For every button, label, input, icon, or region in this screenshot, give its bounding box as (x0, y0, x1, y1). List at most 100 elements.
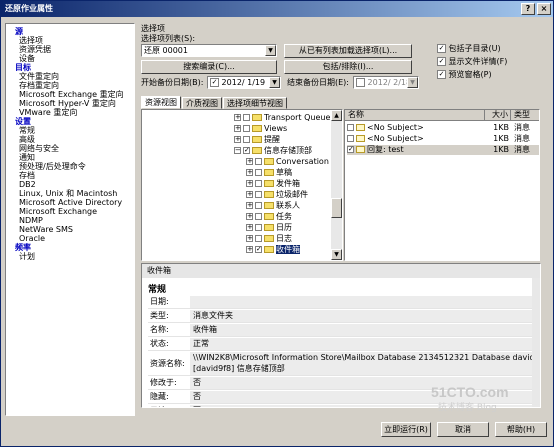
search-catalog-button[interactable]: 搜索编录(C)... (141, 60, 277, 74)
column-header-type[interactable]: 类型 (511, 110, 539, 121)
tree-scrollbar[interactable]: ▲ ▼ (331, 110, 342, 260)
sidebar-item[interactable]: Microsoft Exchange (19, 207, 134, 216)
row-checkbox[interactable] (347, 135, 354, 142)
tree-node[interactable]: + ✓ 收件箱 (246, 245, 300, 255)
tree-node[interactable]: + 垃圾邮件 (246, 190, 308, 200)
tree-node[interactable]: + 日志 (246, 234, 292, 244)
expand-icon[interactable]: + (246, 213, 253, 220)
scroll-down-icon[interactable]: ▼ (331, 249, 342, 260)
tree-checkbox[interactable] (243, 114, 250, 121)
tree-node[interactable]: + Conversation (246, 157, 329, 167)
expand-icon[interactable]: + (246, 158, 253, 165)
list-row[interactable]: <No Subject> 1KB 消息 (347, 134, 539, 144)
sidebar-item[interactable]: 存档重定向 (19, 81, 134, 90)
tree-checkbox[interactable]: ✓ (243, 147, 250, 154)
tree-checkbox[interactable] (255, 158, 262, 165)
sidebar-item[interactable]: 设备 (19, 54, 134, 63)
run-now-button[interactable]: 立即运行(R) (381, 422, 431, 437)
preview-scrollbar[interactable] (532, 278, 540, 407)
column-header-size[interactable]: 大小 (485, 110, 511, 121)
sidebar-item[interactable]: VMware 重定向 (19, 108, 134, 117)
tab-media-view[interactable]: 介质视图 (182, 97, 222, 109)
tree-checkbox[interactable] (255, 202, 262, 209)
sidebar-item[interactable]: 常规 (19, 126, 134, 135)
expand-icon[interactable]: + (234, 125, 241, 132)
column-header-name[interactable]: 名称 (345, 110, 485, 121)
sidebar-item[interactable]: 存档 (19, 171, 134, 180)
sidebar-item[interactable]: Oracle (19, 234, 134, 243)
option-subdir[interactable]: ✓ 包括子目录(U) (437, 44, 501, 54)
tree-node[interactable]: + Transport Queue (234, 113, 330, 123)
tree-node[interactable]: + 任务 (246, 212, 292, 222)
tree-node[interactable]: − ✓ 信息存储顶部 (234, 146, 312, 156)
sidebar-item[interactable]: 文件重定向 (19, 72, 134, 81)
tree-checkbox[interactable] (255, 191, 262, 198)
option-preview[interactable]: ✓ 预览窗格(P) (437, 70, 492, 80)
start-date-checkbox[interactable]: ✓ (210, 78, 219, 87)
option-details[interactable]: ✓ 显示文件详情(F) (437, 57, 507, 67)
tree-node-label: 任务 (276, 212, 292, 221)
tree-checkbox[interactable] (243, 136, 250, 143)
tree-node[interactable]: + 草稿 (246, 168, 292, 178)
tree-node[interactable]: + 发件箱 (246, 179, 300, 189)
sidebar-item[interactable]: Microsoft Hyper-V 重定向 (19, 99, 134, 108)
expand-icon[interactable]: + (234, 136, 241, 143)
list-row[interactable]: ✓ 回复: test 1KB 消息 (347, 145, 539, 155)
tree-checkbox[interactable] (255, 235, 262, 242)
tree-checkbox[interactable] (255, 180, 262, 187)
load-list-button[interactable]: 从已有列表加载选择项(L)... (284, 44, 412, 58)
tree-node[interactable]: + 日历 (246, 223, 292, 233)
row-checkbox[interactable] (347, 124, 354, 131)
tree-checkbox[interactable] (255, 213, 262, 220)
sidebar-item[interactable]: Microsoft Active Directory (19, 198, 134, 207)
chevron-down-icon[interactable]: ▼ (407, 77, 418, 88)
selection-list-combo[interactable]: 还原 00001 ▼ (141, 44, 277, 57)
tree-checkbox[interactable] (255, 169, 262, 176)
close-button[interactable]: × (537, 3, 551, 15)
start-date-picker[interactable]: ✓ 2012/ 1/19 ▼ (207, 76, 281, 89)
expand-icon[interactable]: + (246, 191, 253, 198)
tree-checkbox[interactable] (255, 224, 262, 231)
expand-icon[interactable]: + (246, 180, 253, 187)
expand-icon[interactable]: + (246, 202, 253, 209)
folder-icon (264, 169, 274, 176)
scroll-up-icon[interactable]: ▲ (331, 110, 342, 121)
sidebar-item[interactable]: Linux, Unix 和 Macintosh (19, 189, 134, 198)
tree-node[interactable]: + 提醒 (234, 135, 280, 145)
end-date-picker[interactable]: 2012/ 2/18 ▼ (353, 76, 419, 89)
sidebar-item[interactable]: 资源凭据 (19, 45, 134, 54)
start-date-label: 开始备份日期(B): (141, 78, 204, 87)
collapse-icon[interactable]: − (234, 147, 241, 154)
tree-node[interactable]: + Views (234, 124, 287, 134)
help-button[interactable]: 帮助(H) (495, 422, 547, 437)
expand-icon[interactable]: + (246, 169, 253, 176)
sidebar-item[interactable]: 计划 (19, 252, 134, 261)
sidebar-item[interactable]: Microsoft Exchange 重定向 (19, 90, 134, 99)
sidebar-item[interactable]: 选择项 (19, 36, 134, 45)
include-exclude-button[interactable]: 包括/排除(I)... (284, 60, 412, 74)
expand-icon[interactable]: + (246, 246, 253, 253)
chevron-down-icon[interactable]: ▼ (265, 45, 276, 56)
sidebar-item[interactable]: 高级 (19, 135, 134, 144)
expand-icon[interactable]: + (246, 224, 253, 231)
sidebar-item[interactable]: 预处理/后处理命令 (19, 162, 134, 171)
row-checkbox[interactable]: ✓ (347, 146, 354, 153)
tree-checkbox[interactable]: ✓ (255, 246, 262, 253)
expand-icon[interactable]: + (234, 114, 241, 121)
cancel-button[interactable]: 取消 (437, 422, 489, 437)
tab-resource-view[interactable]: 资源视图 (141, 96, 181, 109)
end-date-checkbox[interactable] (356, 78, 365, 87)
sidebar-item[interactable]: NDMP (19, 216, 134, 225)
sidebar-item[interactable]: DB2 (19, 180, 134, 189)
sidebar-item[interactable]: NetWare SMS (19, 225, 134, 234)
scroll-thumb[interactable] (331, 198, 342, 218)
sidebar-item[interactable]: 通知 (19, 153, 134, 162)
tab-selection-detail-view[interactable]: 选择项细节视图 (223, 97, 287, 109)
expand-icon[interactable]: + (246, 235, 253, 242)
help-title-button[interactable]: ? (521, 3, 535, 15)
sidebar-item[interactable]: 网络与安全 (19, 144, 134, 153)
tree-checkbox[interactable] (243, 125, 250, 132)
chevron-down-icon[interactable]: ▼ (269, 77, 280, 88)
tree-node[interactable]: + 联系人 (246, 201, 300, 211)
list-row[interactable]: <No Subject> 1KB 消息 (347, 123, 539, 133)
